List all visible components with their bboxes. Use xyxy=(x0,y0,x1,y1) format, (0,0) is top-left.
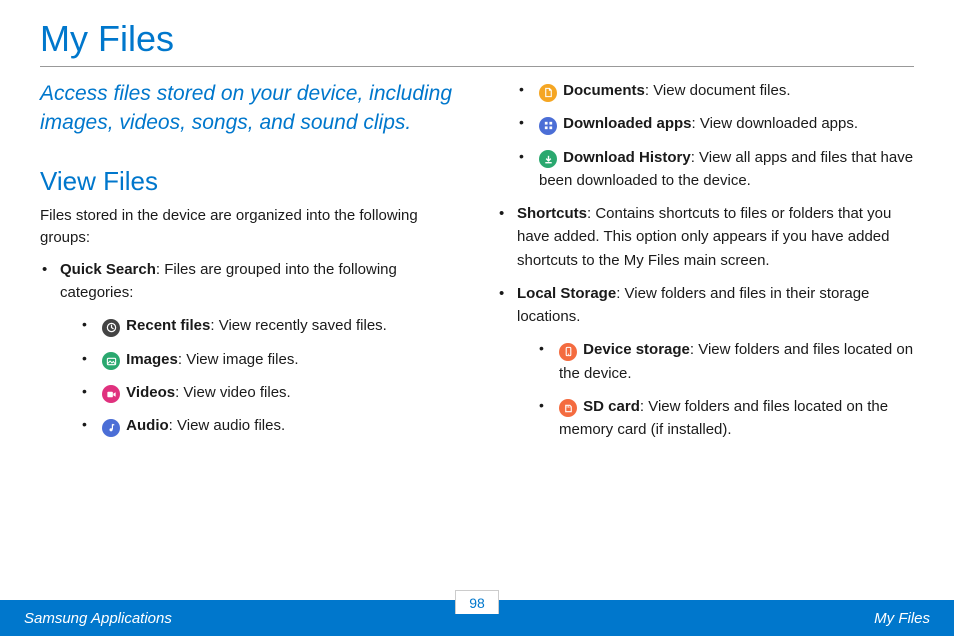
title-divider xyxy=(40,66,914,67)
documents-desc: : View document files. xyxy=(645,82,791,99)
downloaded-apps-label: Downloaded apps xyxy=(563,115,691,132)
device-storage-label: Device storage xyxy=(583,341,690,358)
audio-icon xyxy=(102,419,120,437)
device-storage-item: Device storage: View folders and files l… xyxy=(535,338,914,385)
sd-card-label: SD card xyxy=(583,398,640,415)
video-icon xyxy=(102,385,120,403)
images-label: Images xyxy=(126,351,178,368)
right-column: Documents: View document files. Download… xyxy=(497,79,914,451)
document-icon xyxy=(539,84,557,102)
recent-files-desc: : View recently saved files. xyxy=(210,317,386,334)
audio-desc: : View audio files. xyxy=(169,417,285,434)
recent-files-item: Recent files: View recently saved files. xyxy=(78,314,457,337)
videos-label: Videos xyxy=(126,384,175,401)
local-storage-label: Local Storage xyxy=(517,285,616,302)
shortcuts-item: Shortcuts: Contains shortcuts to files o… xyxy=(497,202,914,272)
sd-card-icon xyxy=(559,399,577,417)
downloaded-apps-desc: : View downloaded apps. xyxy=(692,115,859,132)
subtitle-text: Access files stored on your device, incl… xyxy=(40,79,457,138)
clock-icon xyxy=(102,319,120,337)
content-area: Access files stored on your device, incl… xyxy=(0,79,954,451)
download-icon xyxy=(539,150,557,168)
videos-item: Videos: View video files. xyxy=(78,381,457,404)
image-icon xyxy=(102,352,120,370)
images-item: Images: View image files. xyxy=(78,348,457,371)
section-heading: View Files xyxy=(40,166,457,197)
device-icon xyxy=(559,343,577,361)
page-title: My Files xyxy=(0,0,954,66)
shortcuts-label: Shortcuts xyxy=(517,205,587,222)
apps-icon xyxy=(539,117,557,135)
footer-page-number: 98 xyxy=(455,590,499,614)
section-intro: Files stored in the device are organized… xyxy=(40,205,457,250)
footer-left-text: Samsung Applications xyxy=(0,610,172,627)
local-storage-item: Local Storage: View folders and files in… xyxy=(497,282,914,442)
audio-label: Audio xyxy=(126,417,169,434)
downloaded-apps-item: Downloaded apps: View downloaded apps. xyxy=(515,112,914,135)
audio-item: Audio: View audio files. xyxy=(78,414,457,437)
quick-search-label: Quick Search xyxy=(60,261,156,278)
quick-search-item: Quick Search: Files are grouped into the… xyxy=(40,258,457,438)
documents-label: Documents xyxy=(563,82,645,99)
images-desc: : View image files. xyxy=(178,351,299,368)
download-history-item: Download History: View all apps and file… xyxy=(515,146,914,193)
sd-card-item: SD card: View folders and files located … xyxy=(535,395,914,442)
footer-right-text: My Files xyxy=(874,610,954,627)
documents-item: Documents: View document files. xyxy=(515,79,914,102)
footer-bar: Samsung Applications 98 My Files xyxy=(0,600,954,636)
left-column: Access files stored on your device, incl… xyxy=(40,79,457,451)
download-history-label: Download History xyxy=(563,149,691,166)
recent-files-label: Recent files xyxy=(126,317,210,334)
videos-desc: : View video files. xyxy=(175,384,291,401)
